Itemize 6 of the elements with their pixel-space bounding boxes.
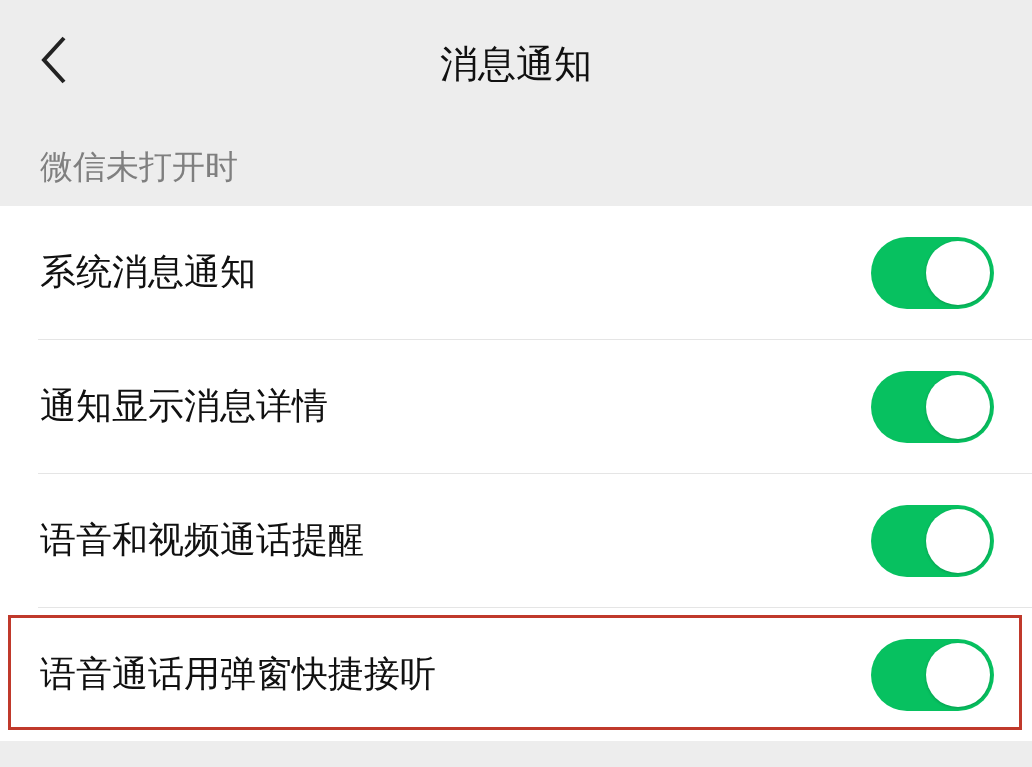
page-title: 消息通知 [440, 40, 592, 88]
setting-label: 语音通话用弹窗快捷接听 [39, 652, 437, 696]
setting-label: 通知显示消息详情 [39, 384, 329, 428]
setting-label: 系统消息通知 [39, 250, 257, 294]
setting-label: 语音和视频通话提醒 [39, 518, 365, 562]
section-title: 微信未打开时 [40, 145, 238, 188]
